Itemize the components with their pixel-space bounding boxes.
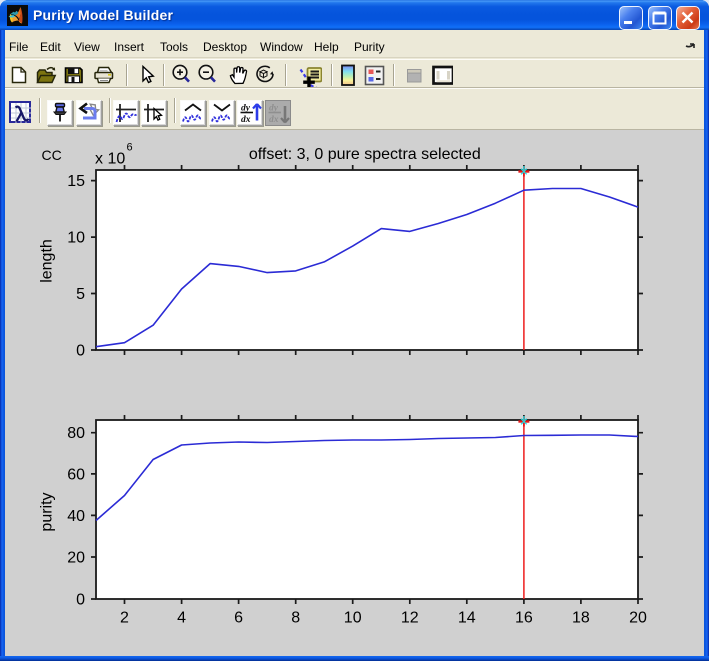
svg-text:offset: 3, 0 pure spectra sele: offset: 3, 0 pure spectra selected bbox=[249, 146, 481, 163]
svg-text:60: 60 bbox=[67, 466, 85, 483]
svg-text:purity: purity bbox=[39, 492, 56, 531]
svg-text:8: 8 bbox=[291, 610, 300, 627]
svg-text:4: 4 bbox=[177, 610, 186, 627]
svg-text:16: 16 bbox=[515, 610, 533, 627]
svg-text:15: 15 bbox=[67, 173, 85, 190]
svg-text:20: 20 bbox=[629, 610, 647, 627]
svg-text:6: 6 bbox=[234, 610, 243, 627]
svg-text:18: 18 bbox=[572, 610, 590, 627]
svg-text:0: 0 bbox=[76, 343, 85, 360]
svg-text:length: length bbox=[39, 239, 56, 283]
svg-text:10: 10 bbox=[67, 230, 85, 247]
svg-text:5: 5 bbox=[76, 286, 85, 303]
svg-text:80: 80 bbox=[67, 425, 85, 442]
svg-text:40: 40 bbox=[67, 508, 85, 525]
svg-text:x 10: x 10 bbox=[95, 151, 125, 168]
svg-text:14: 14 bbox=[458, 610, 476, 627]
svg-text:2: 2 bbox=[120, 610, 129, 627]
svg-text:0: 0 bbox=[76, 592, 85, 609]
svg-text:CC: CC bbox=[42, 147, 62, 163]
svg-text:6: 6 bbox=[127, 142, 133, 154]
svg-text:20: 20 bbox=[67, 550, 85, 567]
svg-text:12: 12 bbox=[401, 610, 419, 627]
svg-text:10: 10 bbox=[344, 610, 362, 627]
